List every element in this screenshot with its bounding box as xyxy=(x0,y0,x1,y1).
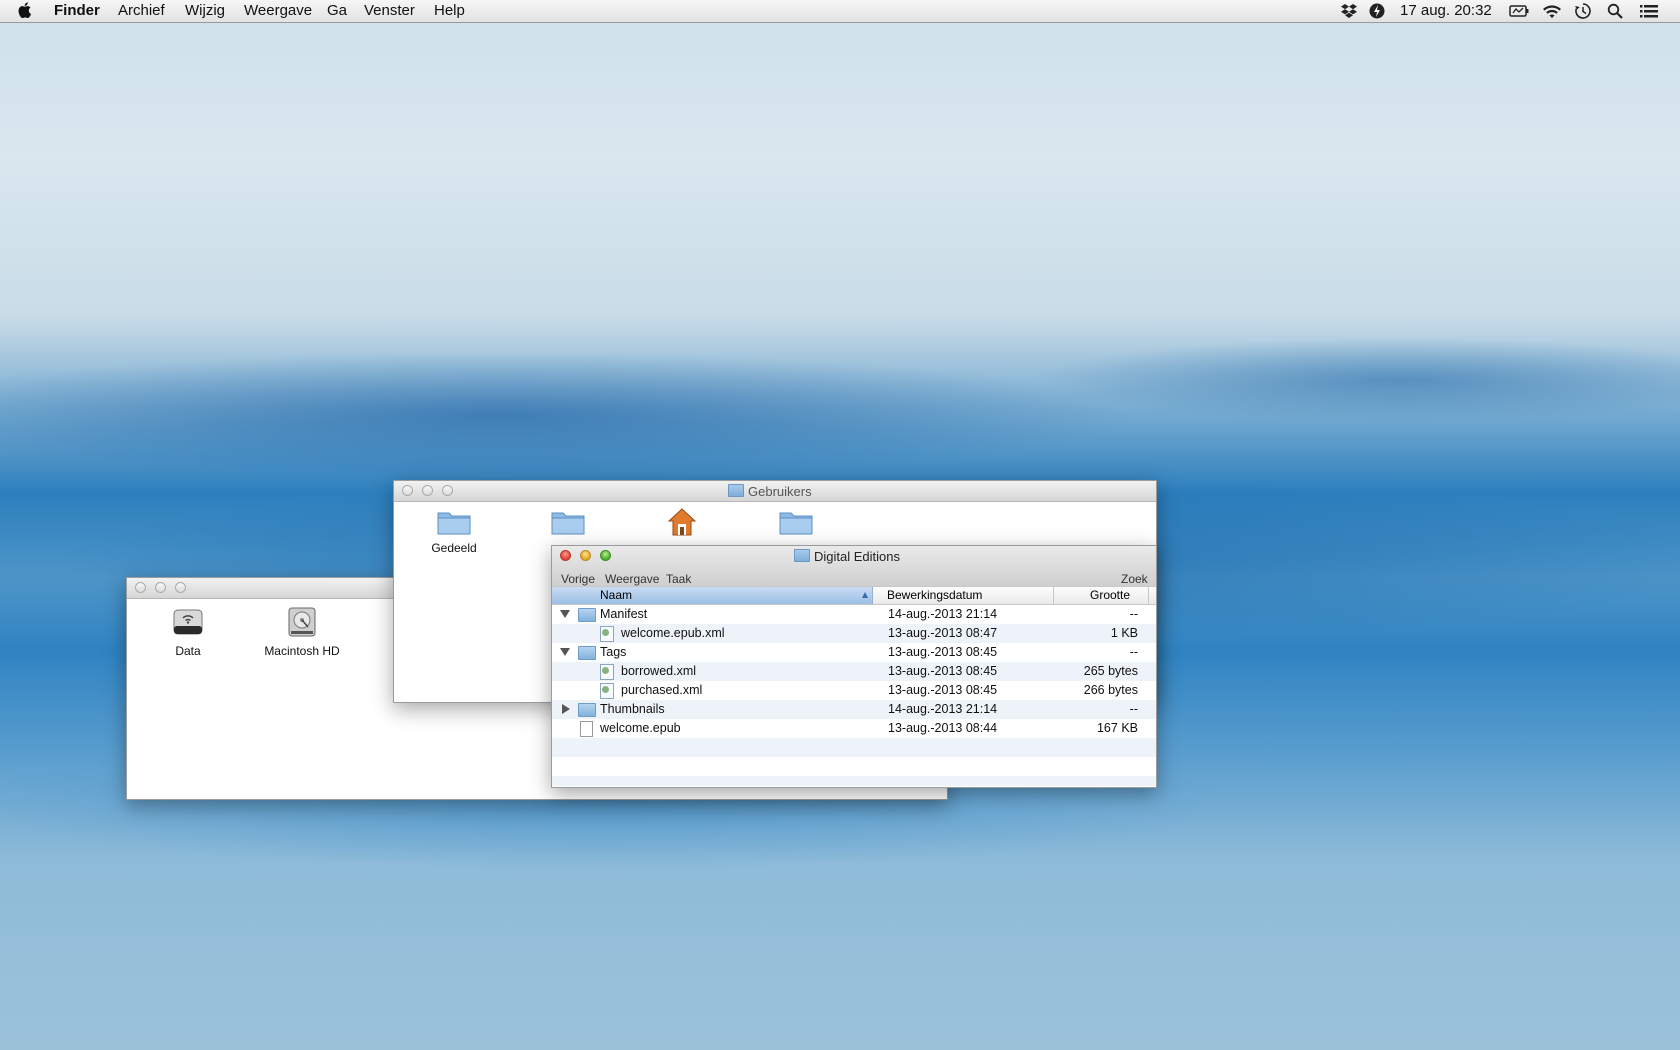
list-icon[interactable] xyxy=(1640,3,1658,19)
menu-bar: Finder Archief Wijzig Weergave Ga Venste… xyxy=(0,0,1680,23)
row-size: 265 bytes xyxy=(1083,664,1138,678)
row-date: 14-aug.-2013 21:14 xyxy=(888,607,998,621)
row-name: welcome.epub.xml xyxy=(621,626,725,640)
folder-icon xyxy=(794,549,810,562)
device-item-data[interactable]: Data xyxy=(133,606,243,658)
minimize-button[interactable] xyxy=(580,550,591,561)
folder-icon xyxy=(551,512,585,535)
xml-file-icon xyxy=(600,626,614,642)
search-button[interactable]: Zoek xyxy=(1121,572,1148,586)
zoom-button[interactable] xyxy=(442,485,453,496)
user-folder-home[interactable] xyxy=(627,507,737,543)
close-button[interactable] xyxy=(402,485,413,496)
row-name: Tags xyxy=(600,645,627,659)
action-button[interactable]: Taak xyxy=(666,572,691,586)
apple-menu-icon[interactable] xyxy=(18,2,34,18)
row-date: 13-aug.-2013 08:45 xyxy=(888,683,998,697)
empty-row xyxy=(552,776,1156,786)
minimize-button[interactable] xyxy=(155,582,166,593)
menu-weergave[interactable]: Weergave xyxy=(244,2,312,19)
menu-archief[interactable]: Archief xyxy=(118,2,165,19)
time-machine-icon[interactable] xyxy=(1575,3,1591,19)
list-row[interactable]: Tags 13-aug.-2013 08:45 -- xyxy=(552,643,1156,662)
sort-ascending-icon xyxy=(862,592,868,598)
disclosure-triangle-icon[interactable] xyxy=(560,610,570,618)
menu-ga[interactable]: Ga xyxy=(327,2,347,19)
row-date: 13-aug.-2013 08:47 xyxy=(888,626,998,640)
empty-row xyxy=(552,738,1156,757)
flash-icon[interactable] xyxy=(1369,3,1385,19)
folder-icon xyxy=(437,512,471,535)
device-item-macintosh-hd[interactable]: Macintosh HD xyxy=(247,606,357,658)
row-size: 1 KB xyxy=(1110,626,1138,640)
folder-icon xyxy=(728,484,744,497)
zoom-button[interactable] xyxy=(600,550,611,561)
hard-drive-icon xyxy=(288,607,316,637)
network-drive-icon xyxy=(173,609,203,635)
column-size-header[interactable]: Grootte xyxy=(1090,588,1130,602)
row-name: welcome.epub xyxy=(600,721,681,735)
folder-icon xyxy=(578,646,596,660)
window-title: Digital Editions xyxy=(794,549,900,564)
row-size: 266 bytes xyxy=(1083,683,1138,697)
row-date: 14-aug.-2013 21:14 xyxy=(888,702,998,716)
dropbox-icon[interactable] xyxy=(1341,3,1357,19)
menu-wijzig[interactable]: Wijzig xyxy=(185,2,225,19)
wifi-icon[interactable] xyxy=(1542,3,1562,19)
list-row[interactable]: Manifest 14-aug.-2013 21:14 -- xyxy=(552,605,1156,624)
close-button[interactable] xyxy=(560,550,571,561)
menu-clock[interactable]: 17 aug. 20:32 xyxy=(1400,2,1492,19)
zoom-button[interactable] xyxy=(175,582,186,593)
folder-icon xyxy=(578,608,596,622)
row-name: borrowed.xml xyxy=(621,664,697,678)
menu-venster[interactable]: Venster xyxy=(364,2,415,19)
digital-editions-window[interactable]: Digital Editions Vorige Weergave Taak Zo… xyxy=(551,545,1157,788)
menu-help[interactable]: Help xyxy=(434,2,465,19)
folder-icon xyxy=(779,512,813,535)
list-row[interactable]: welcome.epub.xml 13-aug.-2013 08:47 1 KB xyxy=(552,624,1156,643)
list-header: Naam Bewerkingsdatum Grootte xyxy=(552,586,1156,605)
row-name: Thumbnails xyxy=(600,702,665,716)
column-name-header[interactable]: Naam xyxy=(552,587,873,604)
row-date: 13-aug.-2013 08:44 xyxy=(888,721,998,735)
disclosure-triangle-icon[interactable] xyxy=(560,648,570,656)
column-date-header[interactable]: Bewerkingsdatum xyxy=(887,588,982,602)
device-label: Macintosh HD xyxy=(264,644,340,658)
minimize-button[interactable] xyxy=(422,485,433,496)
row-name: Manifest xyxy=(600,607,648,621)
close-button[interactable] xyxy=(135,582,146,593)
window-title: Gebruikers xyxy=(728,484,812,499)
list-row[interactable]: purchased.xml 13-aug.-2013 08:45 266 byt… xyxy=(552,681,1156,700)
list-row[interactable]: welcome.epub 13-aug.-2013 08:44 167 KB xyxy=(552,719,1156,738)
row-date: 13-aug.-2013 08:45 xyxy=(888,645,998,659)
battery-icon[interactable] xyxy=(1509,3,1529,19)
user-folder-2[interactable] xyxy=(513,509,623,541)
list-row[interactable]: Thumbnails 14-aug.-2013 21:14 -- xyxy=(552,700,1156,719)
user-folder-4[interactable] xyxy=(741,509,851,541)
row-size: 167 KB xyxy=(1096,721,1138,735)
row-size: -- xyxy=(1129,607,1138,621)
home-icon xyxy=(667,508,697,536)
row-size: -- xyxy=(1129,702,1138,716)
row-date: 13-aug.-2013 08:45 xyxy=(888,664,998,678)
back-button[interactable]: Vorige xyxy=(561,572,595,586)
digital-editions-titlebar[interactable]: Digital Editions Vorige Weergave Taak Zo… xyxy=(552,546,1156,587)
row-name: purchased.xml xyxy=(621,683,703,697)
folder-label: Gedeeld xyxy=(431,541,477,555)
spotlight-icon[interactable] xyxy=(1607,3,1623,19)
user-folder-gedeeld[interactable]: Gedeeld xyxy=(399,509,509,555)
users-titlebar[interactable]: Gebruikers xyxy=(394,481,1156,502)
list-row[interactable]: borrowed.xml 13-aug.-2013 08:45 265 byte… xyxy=(552,662,1156,681)
xml-file-icon xyxy=(600,664,614,680)
device-label: Data xyxy=(175,644,201,658)
view-button[interactable]: Weergave xyxy=(605,572,659,586)
menu-finder[interactable]: Finder xyxy=(54,2,100,19)
row-size: -- xyxy=(1129,645,1138,659)
xml-file-icon xyxy=(600,683,614,699)
document-icon xyxy=(580,721,593,737)
folder-icon xyxy=(578,703,596,717)
disclosure-triangle-icon[interactable] xyxy=(562,704,570,714)
